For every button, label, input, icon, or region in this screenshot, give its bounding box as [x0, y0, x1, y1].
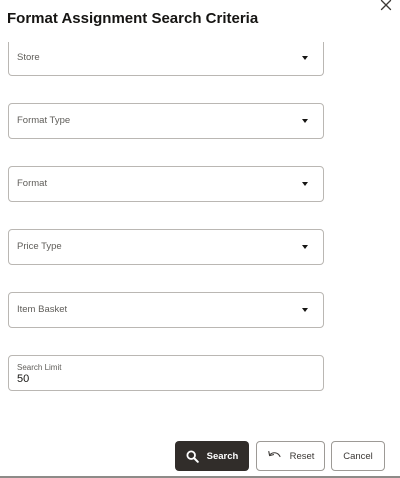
search-button[interactable]: Search [175, 441, 249, 471]
chevron-down-icon [302, 119, 308, 123]
reset-button-label: Reset [289, 450, 315, 462]
format-type-select[interactable]: Format Type [8, 103, 324, 139]
search-limit-input[interactable] [17, 373, 307, 385]
item-basket-select[interactable]: Item Basket [8, 292, 324, 328]
chevron-down-icon [302, 245, 308, 249]
search-button-label: Search [206, 450, 239, 462]
format-select[interactable]: Format [8, 166, 324, 202]
search-criteria-form: Store Format Type Format Price Type Item… [8, 40, 324, 391]
price-type-select[interactable]: Price Type [8, 229, 324, 265]
format-type-select-label: Format Type [17, 115, 71, 126]
cancel-button[interactable]: Cancel [331, 441, 385, 471]
dialog-header: Format Assignment Search Criteria [0, 0, 400, 42]
search-icon [186, 449, 199, 463]
cancel-button-label: Cancel [343, 450, 373, 462]
search-limit-field[interactable]: Search Limit [8, 355, 324, 391]
close-icon[interactable] [378, 0, 394, 13]
item-basket-select-label: Item Basket [17, 304, 68, 315]
chevron-down-icon [302, 182, 308, 186]
undo-icon [267, 450, 282, 462]
chevron-down-icon [302, 56, 308, 60]
search-criteria-dialog: Store Format Type Format Price Type Item… [0, 0, 400, 478]
format-select-label: Format [17, 178, 48, 189]
store-select-label: Store [17, 52, 40, 63]
reset-button[interactable]: Reset [256, 441, 325, 471]
price-type-select-label: Price Type [17, 241, 62, 252]
chevron-down-icon [302, 308, 308, 312]
dialog-title: Format Assignment Search Criteria [7, 10, 259, 27]
store-select[interactable]: Store [8, 40, 324, 76]
search-limit-label: Search Limit [17, 363, 62, 372]
